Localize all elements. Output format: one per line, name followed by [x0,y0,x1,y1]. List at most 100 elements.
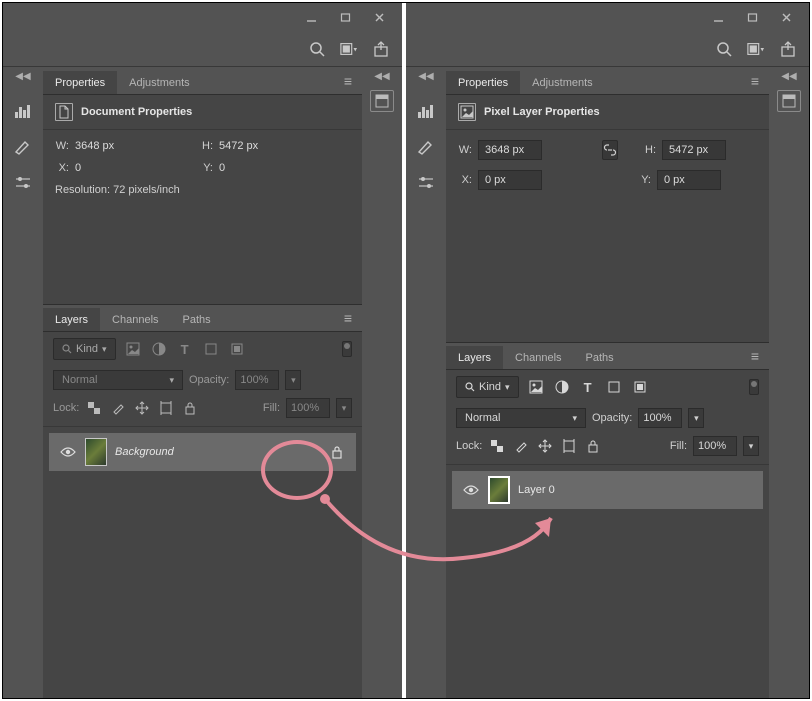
visibility-toggle-icon[interactable] [462,481,480,499]
left-tool-column: ◀◀ [406,67,446,698]
tab-paths[interactable]: Paths [171,308,223,331]
collapse-chevron-icon[interactable]: ◀◀ [781,71,796,82]
tab-channels[interactable]: Channels [100,308,170,331]
layer-thumbnail[interactable] [85,438,107,466]
window-maximize-button[interactable] [735,6,769,28]
window-titlebar [406,3,809,31]
properties-section-header: Document Properties [43,95,362,130]
lock-pixels-icon[interactable] [109,399,127,417]
lock-transparency-icon[interactable] [85,399,103,417]
panel-after: ▾ ◀◀ Properties Adjustments ≡ Pixel Laye… [406,3,809,698]
collapse-chevron-icon[interactable]: ◀◀ [374,71,389,82]
brush-tool-icon[interactable] [9,134,37,160]
x-input[interactable] [478,170,542,190]
filter-pixel-icon[interactable] [527,378,545,396]
panel-menu-icon[interactable]: ≡ [334,310,362,326]
opacity-value[interactable]: 100% [235,370,279,390]
layer-name[interactable]: Layer 0 [518,484,555,496]
filter-type-icon[interactable]: T [176,340,194,358]
opacity-label: Opacity: [592,412,632,424]
share-icon[interactable] [779,40,797,58]
filter-toggle[interactable] [342,341,352,357]
window-maximize-button[interactable] [328,6,362,28]
sliders-tool-icon[interactable] [412,170,440,196]
opacity-dropdown[interactable]: ▾ [285,370,301,390]
app-toolbar: ▾ [3,31,402,67]
filter-smart-icon[interactable] [631,378,649,396]
tab-layers[interactable]: Layers [43,308,100,331]
fill-label: Fill: [670,440,687,452]
tab-properties[interactable]: Properties [446,71,520,94]
lock-all-icon[interactable] [584,437,602,455]
tab-channels[interactable]: Channels [503,346,573,369]
y-label: Y: [637,174,651,186]
filter-kind-select[interactable]: Kind▾ [456,376,519,398]
filter-adjust-icon[interactable] [553,378,571,396]
tab-adjustments[interactable]: Adjustments [117,71,202,94]
window-minimize-button[interactable] [294,6,328,28]
search-icon[interactable] [715,40,733,58]
properties-section-header: Pixel Layer Properties [446,95,769,130]
panel-menu-icon[interactable]: ≡ [741,348,769,364]
layer-row[interactable]: Background [49,433,356,471]
fill-dropdown[interactable]: ▾ [336,398,352,418]
collapse-chevron-icon[interactable]: ◀◀ [418,71,433,82]
lock-transparency-icon[interactable] [488,437,506,455]
histogram-tool-icon[interactable] [9,98,37,124]
blend-mode-select[interactable]: Normal▾ [53,370,183,390]
filter-toggle[interactable] [749,379,759,395]
height-label: H: [199,140,213,152]
opacity-dropdown[interactable]: ▾ [688,408,704,428]
collapse-chevron-icon[interactable]: ◀◀ [15,71,30,82]
share-icon[interactable] [372,40,390,58]
view-mode-icon[interactable]: ▾ [747,40,765,58]
link-wh-button[interactable] [602,140,618,160]
lock-artboard-icon[interactable] [157,399,175,417]
panel-menu-icon[interactable]: ≡ [334,73,362,89]
layer-name[interactable]: Background [115,446,174,458]
opacity-value[interactable]: 100% [638,408,682,428]
svg-text:▾: ▾ [354,44,358,53]
fill-value[interactable]: 100% [286,398,330,418]
filter-shape-icon[interactable] [605,378,623,396]
y-input[interactable] [657,170,721,190]
filter-pixel-icon[interactable] [124,340,142,358]
filter-kind-select[interactable]: Kind▾ [53,338,116,360]
window-close-button[interactable] [769,6,803,28]
view-mode-icon[interactable]: ▾ [340,40,358,58]
tab-properties[interactable]: Properties [43,71,117,94]
filter-smart-icon[interactable] [228,340,246,358]
layer-row[interactable]: Layer 0 [452,471,763,509]
lock-all-icon[interactable] [181,399,199,417]
properties-body: W:3648 px H:5472 px X:0 Y:0 Resolution: … [43,130,362,266]
layer-lock-icon[interactable] [328,443,346,461]
sliders-tool-icon[interactable] [9,170,37,196]
tab-adjustments[interactable]: Adjustments [520,71,605,94]
lock-position-icon[interactable] [536,437,554,455]
window-minimize-button[interactable] [701,6,735,28]
y-value: 0 [219,162,225,174]
layer-thumbnail[interactable] [488,476,510,504]
fill-dropdown[interactable]: ▾ [743,436,759,456]
fill-value[interactable]: 100% [693,436,737,456]
width-input[interactable] [478,140,542,160]
panel-icon[interactable] [370,90,394,112]
visibility-toggle-icon[interactable] [59,443,77,461]
panel-icon[interactable] [777,90,801,112]
window-close-button[interactable] [362,6,396,28]
blend-mode-select[interactable]: Normal▾ [456,408,586,428]
lock-position-icon[interactable] [133,399,151,417]
panel-menu-icon[interactable]: ≡ [741,73,769,89]
filter-adjust-icon[interactable] [150,340,168,358]
opacity-label: Opacity: [189,374,229,386]
tab-layers[interactable]: Layers [446,346,503,369]
filter-type-icon[interactable]: T [579,378,597,396]
height-input[interactable] [662,140,726,160]
lock-pixels-icon[interactable] [512,437,530,455]
histogram-tool-icon[interactable] [412,98,440,124]
search-icon[interactable] [308,40,326,58]
brush-tool-icon[interactable] [412,134,440,160]
filter-shape-icon[interactable] [202,340,220,358]
lock-artboard-icon[interactable] [560,437,578,455]
tab-paths[interactable]: Paths [574,346,626,369]
